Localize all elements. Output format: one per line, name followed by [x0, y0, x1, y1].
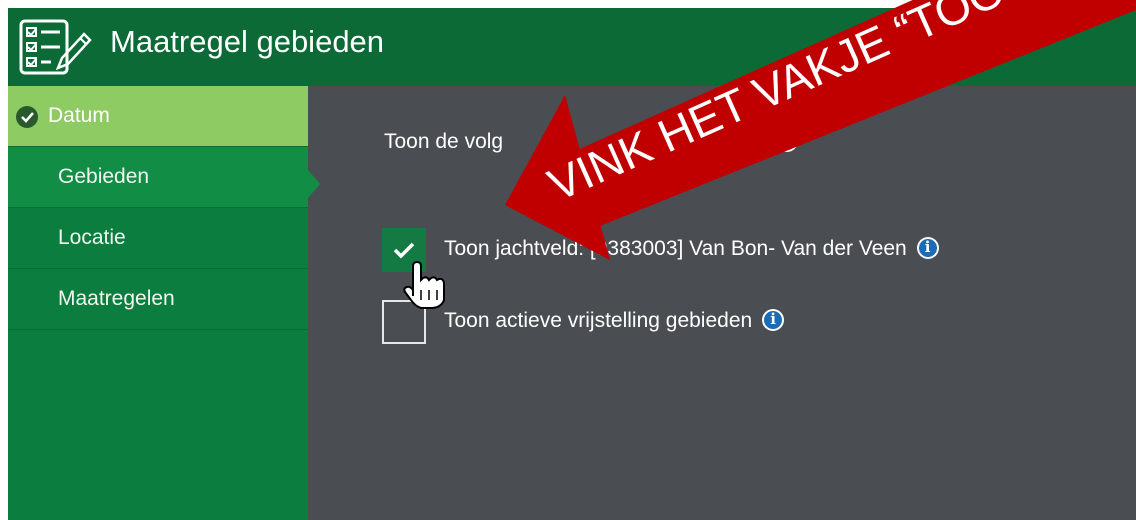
sidebar-item-maatregelen[interactable]: Maatregelen	[8, 269, 308, 330]
option-label: Toon actieve vrijstelling gebieden	[444, 309, 753, 332]
sidebar-item-label: Locatie	[58, 226, 126, 249]
option-label: Toon jachtveld: [0383003] Van Bon- Van d…	[444, 237, 907, 260]
sidebar: Datum Gebieden Locatie Maatregelen	[8, 86, 308, 520]
show-hunting-field-checkbox[interactable]	[382, 228, 426, 272]
sidebar-item-locatie[interactable]: Locatie	[8, 208, 308, 269]
app-window: Maatregel gebieden Datum Gebieden Locati…	[8, 8, 1136, 520]
show-active-exemption-checkbox[interactable]	[382, 300, 426, 344]
sidebar-item-label: Maatregelen	[58, 287, 175, 310]
show-active-exemption-label: Toon actieve vrijstelling gebieden	[444, 309, 785, 333]
checkmark-icon	[393, 242, 415, 259]
info-icon[interactable]	[775, 130, 798, 152]
page-title: Maatregel gebieden	[110, 24, 385, 59]
main-content: Toon de volgkaart Toon jachtveld: [03830…	[308, 86, 1136, 520]
checklist-edit-icon	[19, 19, 92, 75]
check-circle-icon	[16, 106, 38, 128]
info-icon[interactable]	[916, 237, 939, 259]
sidebar-item-gebieden[interactable]: Gebieden	[8, 147, 308, 208]
sidebar-item-datum[interactable]: Datum	[8, 86, 308, 147]
sidebar-item-label: Datum	[48, 104, 110, 127]
show-hunting-field-label: Toon jachtveld: [0383003] Van Bon- Van d…	[444, 237, 939, 261]
sidebar-item-label: Gebieden	[58, 165, 150, 188]
intro-label: Toon de volg	[384, 130, 504, 153]
info-icon[interactable]	[762, 309, 785, 331]
